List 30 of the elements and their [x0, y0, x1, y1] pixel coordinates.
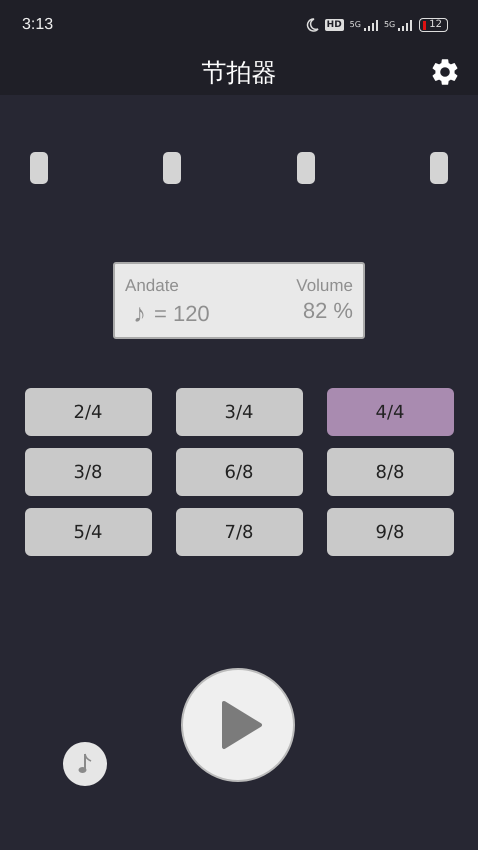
beat-indicator	[430, 152, 448, 184]
signal-icon	[398, 20, 412, 30]
time-signature-button[interactable]: 8/8	[326, 448, 454, 496]
status-time: 3:13	[22, 16, 54, 34]
signal-icon	[364, 20, 378, 30]
time-signature-button[interactable]: 2/4	[24, 388, 152, 436]
note-symbol: ♪	[133, 298, 146, 329]
music-note-icon	[78, 753, 92, 775]
tempo-name: Andate	[125, 276, 180, 296]
play-icon	[221, 700, 263, 750]
beat-indicator	[296, 152, 315, 184]
beat-indicator	[163, 152, 182, 184]
time-signature-button[interactable]: 3/8	[24, 448, 152, 496]
battery-icon: 12	[419, 18, 448, 32]
app-title: 节拍器	[202, 57, 276, 89]
hd-badge: HD	[324, 19, 344, 31]
time-signature-button[interactable]: 3/4	[176, 388, 302, 436]
moon-icon	[306, 18, 319, 32]
time-signature-button[interactable]: 5/4	[24, 508, 152, 556]
time-signature-button[interactable]: 4/4	[326, 388, 454, 436]
network-type: 5G	[350, 20, 361, 29]
network-type: 5G	[384, 20, 396, 29]
time-signature-button[interactable]: 6/8	[176, 448, 302, 496]
volume-value: 82 %	[302, 298, 353, 324]
beat-indicator	[30, 152, 48, 184]
sound-button[interactable]	[63, 742, 107, 786]
volume-label: Volume	[296, 276, 353, 296]
time-signature-button[interactable]: 9/8	[326, 508, 454, 556]
tempo-value: = 120	[154, 300, 210, 326]
time-signature-button[interactable]: 7/8	[176, 508, 302, 556]
